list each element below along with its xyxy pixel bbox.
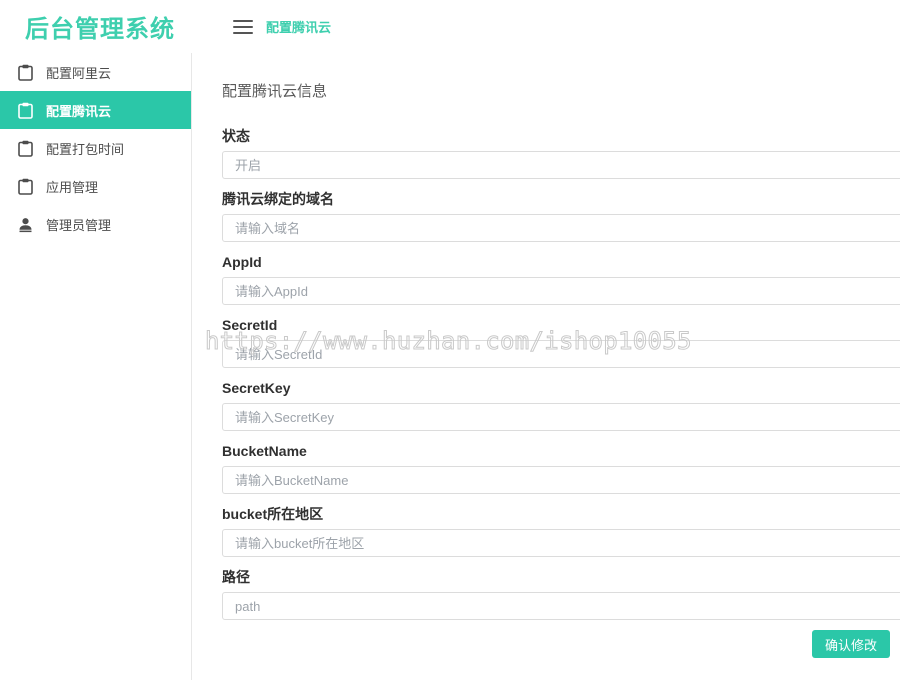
confirm-modify-button[interactable]: 确认修改 — [812, 630, 890, 658]
form-field: AppId — [222, 253, 900, 305]
page-title: 配置腾讯云信息 — [222, 80, 900, 101]
field-input-4[interactable] — [222, 403, 900, 431]
field-input-7[interactable] — [222, 592, 900, 620]
sidebar-item-2[interactable]: 配置打包时间 — [0, 129, 191, 167]
field-label: SecretKey — [222, 379, 900, 398]
person-icon — [18, 216, 33, 233]
form-field: 路径 — [222, 568, 900, 620]
field-input-2[interactable] — [222, 277, 900, 305]
sidebar-item-3[interactable]: 应用管理 — [0, 167, 191, 205]
form-field: BucketName — [222, 442, 900, 494]
sidebar-item-0[interactable]: 配置阿里云 — [0, 53, 191, 91]
header: 后台管理系统 配置腾讯云 — [0, 0, 900, 53]
field-label: 状态 — [222, 127, 900, 146]
sidebar-item-label: 配置腾讯云 — [46, 101, 111, 120]
field-label: AppId — [222, 253, 900, 272]
clipboard-icon — [18, 102, 33, 119]
form-field: 状态 — [222, 127, 900, 179]
field-label: bucket所在地区 — [222, 505, 900, 524]
form-field: bucket所在地区 — [222, 505, 900, 557]
app-title: 后台管理系统 — [25, 9, 175, 44]
sidebar-item-label: 管理员管理 — [46, 215, 111, 234]
field-label: SecretId — [222, 316, 900, 335]
field-label: 腾讯云绑定的域名 — [222, 190, 900, 209]
form-field: SecretId — [222, 316, 900, 368]
field-input-5[interactable] — [222, 466, 900, 494]
breadcrumb: 配置腾讯云 — [266, 17, 331, 36]
field-input-1[interactable] — [222, 214, 900, 242]
main-content: 配置腾讯云信息 状态 腾讯云绑定的域名 AppId SecretId Secre… — [193, 53, 900, 680]
field-label: 路径 — [222, 568, 900, 587]
field-input-3[interactable] — [222, 340, 900, 368]
clipboard-icon — [18, 64, 33, 81]
config-form: 状态 腾讯云绑定的域名 AppId SecretId SecretKey Buc… — [222, 127, 900, 620]
hamburger-menu-icon[interactable] — [233, 20, 253, 34]
field-input-0[interactable] — [222, 151, 900, 179]
sidebar-item-label: 应用管理 — [46, 177, 98, 196]
sidebar-item-1[interactable]: 配置腾讯云 — [0, 91, 191, 129]
sidebar-item-label: 配置阿里云 — [46, 63, 111, 82]
sidebar-item-4[interactable]: 管理员管理 — [0, 205, 191, 243]
field-input-6[interactable] — [222, 529, 900, 557]
sidebar-item-label: 配置打包时间 — [46, 139, 124, 158]
form-field: SecretKey — [222, 379, 900, 431]
form-field: 腾讯云绑定的域名 — [222, 190, 900, 242]
clipboard-icon — [18, 178, 33, 195]
clipboard-icon — [18, 140, 33, 157]
field-label: BucketName — [222, 442, 900, 461]
sidebar: 配置阿里云 配置腾讯云 配置打包时间 应用管理 — [0, 53, 192, 680]
